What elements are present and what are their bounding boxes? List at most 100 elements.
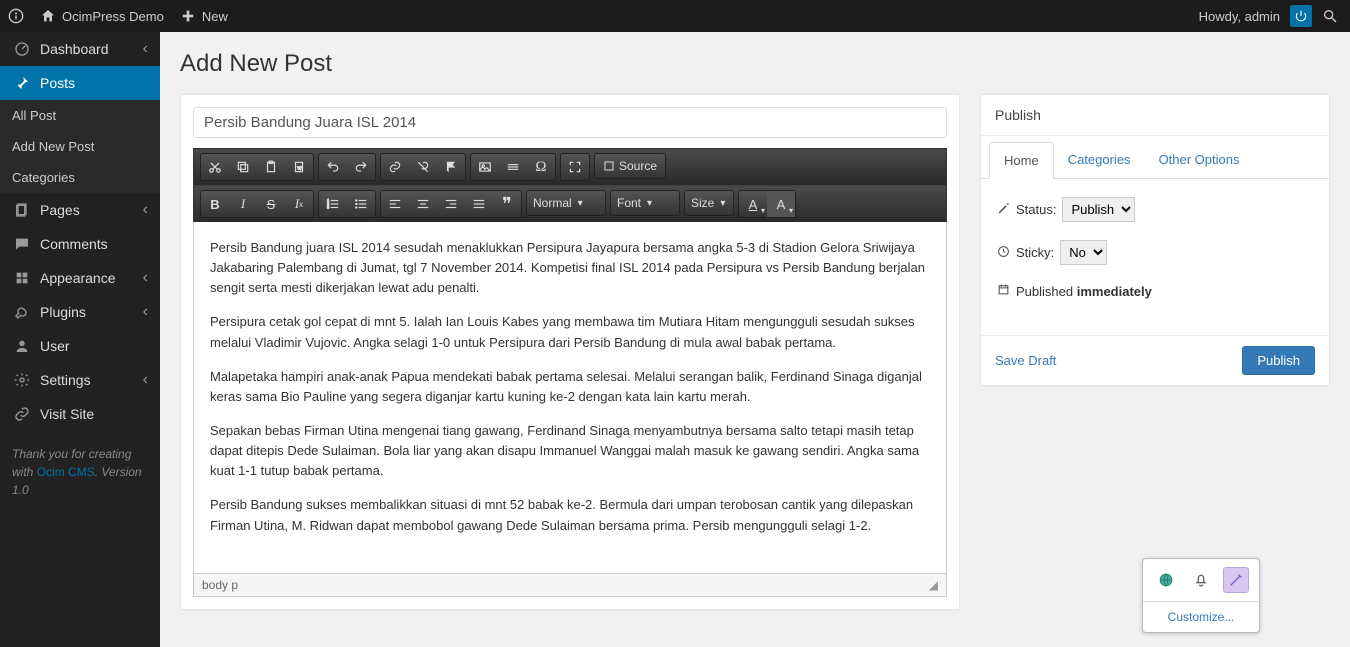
status-label: Status: xyxy=(1016,202,1056,217)
dashboard-icon xyxy=(12,41,32,57)
align-right-button[interactable] xyxy=(437,191,465,217)
sidebar-item-appearance[interactable]: Appearance ‹ xyxy=(0,261,160,295)
paragraph: Persib Bandung juara ISL 2014 sesudah me… xyxy=(210,238,930,298)
resize-handle-icon[interactable]: ◢ xyxy=(929,578,938,592)
unlink-button[interactable] xyxy=(409,154,437,180)
svg-text:W: W xyxy=(297,165,302,170)
edit-tool-icon[interactable] xyxy=(1223,567,1249,593)
maximize-button[interactable] xyxy=(561,154,589,180)
submenu-add-new[interactable]: Add New Post xyxy=(0,131,160,162)
sidebar-credit: Thank you for creating with Ocim CMS. Ve… xyxy=(0,431,160,513)
account-link[interactable]: Howdy, admin xyxy=(1199,9,1280,24)
site-name-link[interactable]: OcimPress Demo xyxy=(40,8,164,24)
sidebar-item-dashboard[interactable]: Dashboard ‹ xyxy=(0,32,160,66)
sidebar-item-settings[interactable]: Settings ‹ xyxy=(0,363,160,397)
editor-content[interactable]: Persib Bandung juara ISL 2014 sesudah me… xyxy=(193,222,947,574)
cut-button[interactable] xyxy=(201,154,229,180)
hr-button[interactable] xyxy=(499,154,527,180)
publish-tabs: Home Categories Other Options xyxy=(981,142,1329,179)
undo-button[interactable] xyxy=(319,154,347,180)
about-link[interactable] xyxy=(8,8,24,24)
main-content: Add New Post W xyxy=(160,32,1350,628)
sticky-select[interactable]: No xyxy=(1060,240,1107,265)
chevron-left-icon: ‹ xyxy=(143,269,148,287)
bell-icon[interactable] xyxy=(1188,567,1214,593)
source-button[interactable]: Source xyxy=(594,153,666,179)
specialchar-button[interactable]: Ω xyxy=(527,154,555,180)
paste-button[interactable] xyxy=(257,154,285,180)
user-icon xyxy=(12,338,32,354)
pushpin-icon xyxy=(12,75,32,91)
new-label: New xyxy=(202,9,228,24)
credit-link[interactable]: Ocim CMS xyxy=(37,465,95,479)
align-center-button[interactable] xyxy=(409,191,437,217)
customize-link[interactable]: Customize... xyxy=(1143,601,1259,632)
save-draft-link[interactable]: Save Draft xyxy=(995,353,1056,368)
tab-categories[interactable]: Categories xyxy=(1054,142,1145,178)
editor-toolbar-row-2: B I S Ix 123 ❞ Normal Font xyxy=(193,185,947,222)
search-icon[interactable] xyxy=(1322,8,1338,24)
format-select[interactable]: Normal xyxy=(526,190,606,216)
sticky-label: Sticky: xyxy=(1016,245,1054,260)
site-name: OcimPress Demo xyxy=(62,9,164,24)
comments-icon xyxy=(12,236,32,252)
post-title-input[interactable] xyxy=(193,107,947,138)
blockquote-button[interactable]: ❞ xyxy=(493,191,521,217)
submenu-all-post[interactable]: All Post xyxy=(0,100,160,131)
editor-toolbar-row-1: W Ω xyxy=(193,148,947,185)
sidebar-label: Appearance xyxy=(40,270,116,286)
align-justify-button[interactable] xyxy=(465,191,493,217)
image-button[interactable] xyxy=(471,154,499,180)
sidebar-item-pages[interactable]: Pages ‹ xyxy=(0,193,160,227)
publish-panel: Publish Home Categories Other Options St… xyxy=(980,94,1330,386)
anchor-button[interactable] xyxy=(437,154,465,180)
pages-icon xyxy=(12,202,32,218)
sidebar-label: Visit Site xyxy=(40,406,94,422)
align-left-button[interactable] xyxy=(381,191,409,217)
sidebar-label: Plugins xyxy=(40,304,86,320)
link-button[interactable] xyxy=(381,154,409,180)
bold-button[interactable]: B xyxy=(201,191,229,217)
globe-icon[interactable] xyxy=(1153,567,1179,593)
copy-button[interactable] xyxy=(229,154,257,180)
gear-icon xyxy=(12,372,32,388)
sidebar-submenu: All Post Add New Post Categories xyxy=(0,100,160,193)
pencil-icon xyxy=(997,202,1010,218)
sidebar-label: Dashboard xyxy=(40,41,109,57)
strike-button[interactable]: S xyxy=(257,191,285,217)
font-select[interactable]: Font xyxy=(610,190,680,216)
paragraph: Malapetaka hampiri anak-anak Papua mende… xyxy=(210,367,930,407)
italic-button[interactable]: I xyxy=(229,191,257,217)
numberlist-button[interactable]: 123 xyxy=(319,191,347,217)
textcolor-button[interactable]: A▾ xyxy=(739,191,767,217)
tab-content: Status: Publish Sticky: No Published imm… xyxy=(981,179,1329,335)
sidebar-item-posts[interactable]: Posts xyxy=(0,66,160,100)
published-label: Published immediately xyxy=(1016,284,1152,299)
publish-button[interactable]: Publish xyxy=(1242,346,1315,375)
sidebar-item-comments[interactable]: Comments xyxy=(0,227,160,261)
power-button[interactable] xyxy=(1290,5,1312,27)
sidebar-item-visit-site[interactable]: Visit Site xyxy=(0,397,160,431)
redo-button[interactable] xyxy=(347,154,375,180)
new-link[interactable]: New xyxy=(180,8,228,24)
admin-topbar: OcimPress Demo New Howdy, admin xyxy=(0,0,1350,32)
bgcolor-button[interactable]: A▾ xyxy=(767,191,795,217)
paste-word-button[interactable]: W xyxy=(285,154,313,180)
plugins-icon xyxy=(12,304,32,320)
element-path[interactable]: body p xyxy=(202,578,238,592)
bulletlist-button[interactable] xyxy=(347,191,375,217)
plus-icon xyxy=(180,8,196,24)
submenu-categories[interactable]: Categories xyxy=(0,162,160,193)
chevron-left-icon: ‹ xyxy=(143,201,148,219)
sidebar-item-plugins[interactable]: Plugins ‹ xyxy=(0,295,160,329)
link-icon xyxy=(12,406,32,422)
size-select[interactable]: Size xyxy=(684,190,734,216)
sidebar-item-user[interactable]: User xyxy=(0,329,160,363)
paragraph: Sepakan bebas Firman Utina mengenai tian… xyxy=(210,421,930,481)
tab-home[interactable]: Home xyxy=(989,142,1054,179)
tab-other[interactable]: Other Options xyxy=(1145,142,1254,178)
greeting: Howdy, admin xyxy=(1199,9,1280,24)
status-select[interactable]: Publish xyxy=(1062,197,1135,222)
appearance-icon xyxy=(12,270,32,286)
removeformat-button[interactable]: Ix xyxy=(285,191,313,217)
